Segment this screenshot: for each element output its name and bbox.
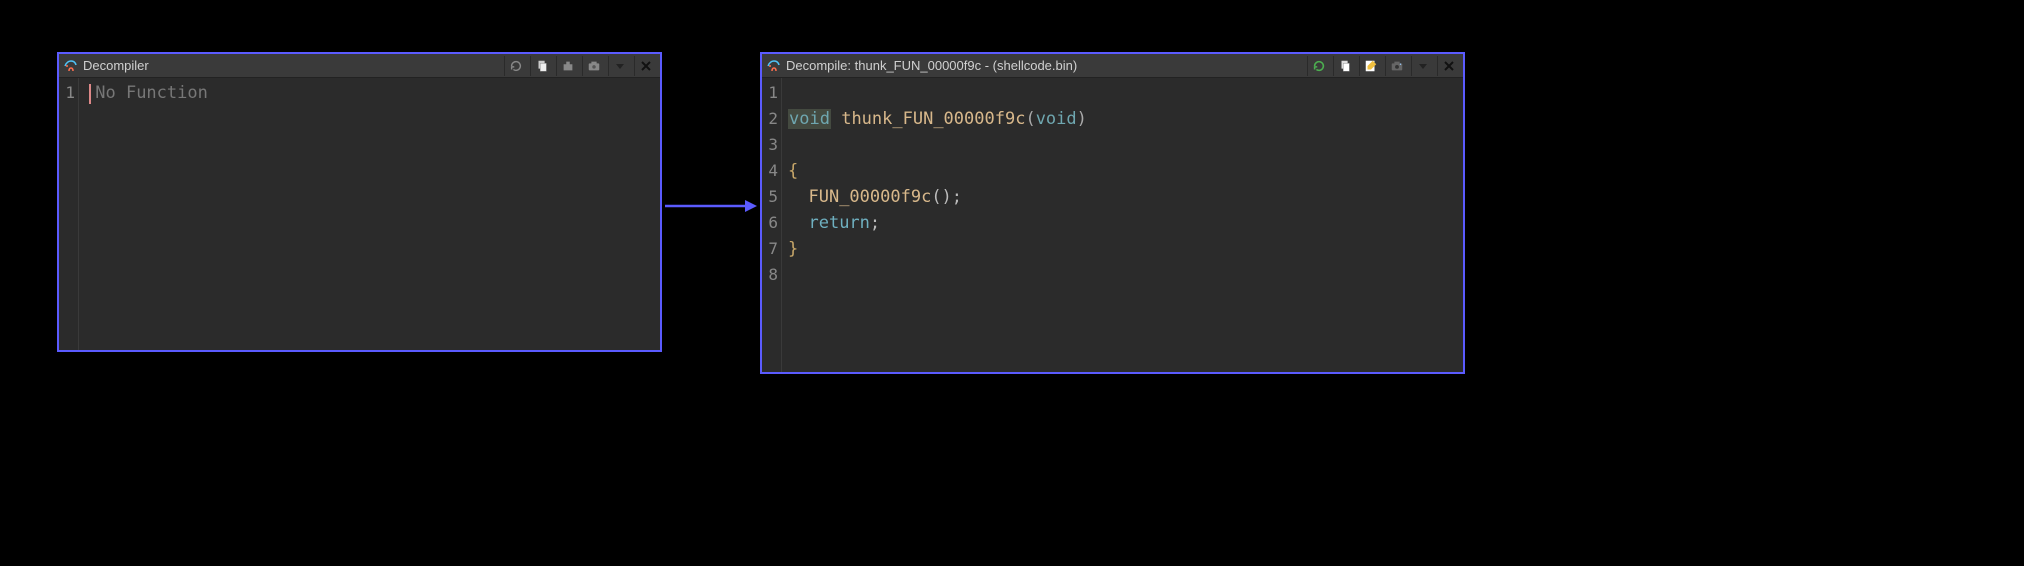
snapshot-button[interactable] <box>1385 56 1407 76</box>
code-body[interactable]: No Function <box>79 78 660 350</box>
arrow-icon <box>665 198 757 214</box>
code-token[interactable]: No Function <box>95 83 208 103</box>
code-token[interactable]: } <box>788 239 798 259</box>
code-token[interactable]: ) <box>1077 109 1087 129</box>
line-number: 7 <box>762 236 778 262</box>
copy-button[interactable] <box>1333 56 1355 76</box>
menu-dropdown-button[interactable] <box>608 56 630 76</box>
code-token[interactable]: void <box>1036 109 1077 129</box>
line-number: 1 <box>59 80 75 106</box>
snapshot-button[interactable] <box>582 56 604 76</box>
titlebar-right: Decompile: thunk_FUN_00000f9c - (shellco… <box>762 54 1463 78</box>
code-token[interactable] <box>788 187 808 207</box>
close-button[interactable] <box>1437 56 1459 76</box>
code-line[interactable]: FUN_00000f9c(); <box>788 184 1457 210</box>
line-number: 4 <box>762 158 778 184</box>
code-token[interactable] <box>788 213 808 233</box>
decompiler-panel-left: Decompiler 1 No Function <box>57 52 662 352</box>
line-number: 6 <box>762 210 778 236</box>
titlebar-left: Decompiler <box>59 54 660 78</box>
line-number: 2 <box>762 106 778 132</box>
text-cursor <box>89 84 91 104</box>
code-token[interactable]: void <box>788 109 831 129</box>
code-token[interactable] <box>831 109 841 129</box>
code-line[interactable]: No Function <box>85 80 654 106</box>
line-number: 5 <box>762 184 778 210</box>
ghidra-icon <box>766 58 782 74</box>
refresh-button[interactable] <box>504 56 526 76</box>
code-line[interactable] <box>788 262 1457 288</box>
code-line[interactable]: { <box>788 158 1457 184</box>
code-line[interactable]: } <box>788 236 1457 262</box>
line-number: 3 <box>762 132 778 158</box>
panel-title: Decompiler <box>83 58 149 73</box>
decompiler-panel-right: Decompile: thunk_FUN_00000f9c - (shellco… <box>760 52 1465 374</box>
code-line[interactable]: void thunk_FUN_00000f9c(void) <box>788 106 1457 132</box>
code-token[interactable]: { <box>788 161 798 181</box>
code-token[interactable]: thunk_FUN_00000f9c <box>841 109 1025 129</box>
code-area-left[interactable]: 1 No Function <box>59 78 660 350</box>
line-number: 1 <box>762 80 778 106</box>
code-area-right[interactable]: 12345678 void thunk_FUN_00000f9c(void){ … <box>762 78 1463 372</box>
code-token[interactable]: return <box>808 213 869 233</box>
edit-button[interactable] <box>1359 56 1381 76</box>
code-token[interactable]: FUN_00000f9c <box>808 187 931 207</box>
code-line[interactable] <box>788 132 1457 158</box>
ghidra-icon <box>63 58 79 74</box>
code-token[interactable]: (); <box>931 187 962 207</box>
export-button[interactable] <box>556 56 578 76</box>
code-line[interactable] <box>788 80 1457 106</box>
line-number: 8 <box>762 262 778 288</box>
code-token[interactable]: ; <box>870 213 880 233</box>
code-body[interactable]: void thunk_FUN_00000f9c(void){ FUN_00000… <box>782 78 1463 372</box>
copy-button[interactable] <box>530 56 552 76</box>
line-gutter: 1 <box>59 78 79 350</box>
code-line[interactable]: return; <box>788 210 1457 236</box>
code-token[interactable]: ( <box>1025 109 1035 129</box>
line-gutter: 12345678 <box>762 78 782 372</box>
close-button[interactable] <box>634 56 656 76</box>
refresh-button[interactable] <box>1307 56 1329 76</box>
panel-title: Decompile: thunk_FUN_00000f9c - (shellco… <box>786 58 1077 73</box>
menu-dropdown-button[interactable] <box>1411 56 1433 76</box>
